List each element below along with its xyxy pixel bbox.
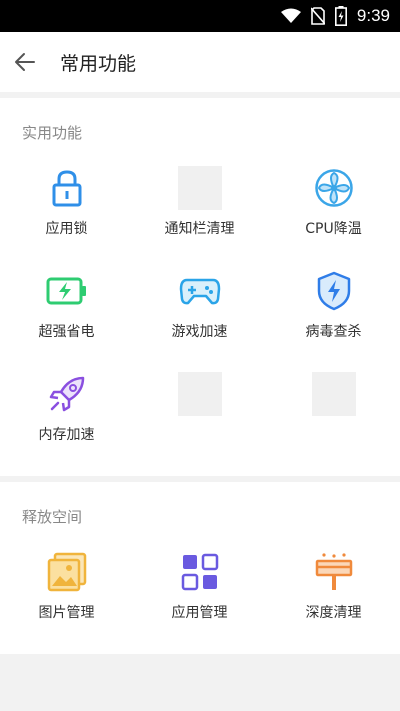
page-title: 常用功能 <box>60 52 137 75</box>
back-arrow-icon <box>15 53 35 71</box>
lock-icon <box>45 166 89 210</box>
gamepad-icon <box>178 269 222 313</box>
tool-app-lock[interactable]: 应用锁 <box>0 166 133 256</box>
tool-label: 超强省电 <box>38 324 95 340</box>
placeholder-icon <box>177 372 222 416</box>
status-icons: 9:39 <box>280 0 390 32</box>
background <box>0 654 400 711</box>
tool-label: 游戏加速 <box>171 324 228 340</box>
section-practical-tools: 实用功能 应用锁 通知栏清理 CPU降温 超强省电 游戏加速 病毒查杀 内存加速 <box>0 98 400 476</box>
tool-label: 深度清理 <box>305 605 362 621</box>
tool-label: 病毒查杀 <box>305 324 362 340</box>
apps-icon <box>178 550 222 594</box>
rocket-icon <box>45 372 89 416</box>
tool-label: CPU降温 <box>305 221 362 237</box>
battery-charging-icon <box>334 6 347 26</box>
tool-label: 应用锁 <box>45 221 88 237</box>
tool-image-manager[interactable]: 图片管理 <box>0 550 133 640</box>
tool-label: 应用管理 <box>171 605 228 621</box>
app-bar: 常用功能 <box>0 32 400 92</box>
placeholder-icon <box>177 166 222 210</box>
tool-virus-scan[interactable]: 病毒查杀 <box>267 269 400 359</box>
tool-label: 图片管理 <box>38 605 95 621</box>
tool-notification-clean[interactable]: 通知栏清理 <box>133 166 266 256</box>
broom-icon <box>312 550 356 594</box>
section-free-space: 释放空间 图片管理 应用管理 深度清理 <box>0 482 400 654</box>
tool-memory-boost[interactable]: 内存加速 <box>0 372 133 462</box>
tool-label: 通知栏清理 <box>164 221 235 237</box>
image-icon <box>45 550 89 594</box>
section-title: 释放空间 <box>22 508 83 526</box>
fan-icon <box>312 166 356 210</box>
tool-game-boost[interactable]: 游戏加速 <box>133 269 266 359</box>
wifi-icon <box>280 8 301 23</box>
status-bar: 9:39 <box>0 0 400 32</box>
no-sim-icon <box>310 7 325 25</box>
placeholder-icon <box>311 372 356 416</box>
tool-placeholder[interactable] <box>267 372 400 462</box>
section-title: 实用功能 <box>22 124 83 142</box>
tool-placeholder[interactable] <box>133 372 266 462</box>
back-button[interactable] <box>0 32 50 92</box>
tool-power-save[interactable]: 超强省电 <box>0 269 133 359</box>
status-time: 9:39 <box>356 6 390 25</box>
tool-deep-clean[interactable]: 深度清理 <box>267 550 400 640</box>
shield-icon <box>312 269 356 313</box>
tool-app-manager[interactable]: 应用管理 <box>133 550 266 640</box>
tool-cpu-cool[interactable]: CPU降温 <box>267 166 400 256</box>
battery-icon <box>45 269 89 313</box>
tool-label: 内存加速 <box>38 427 95 443</box>
